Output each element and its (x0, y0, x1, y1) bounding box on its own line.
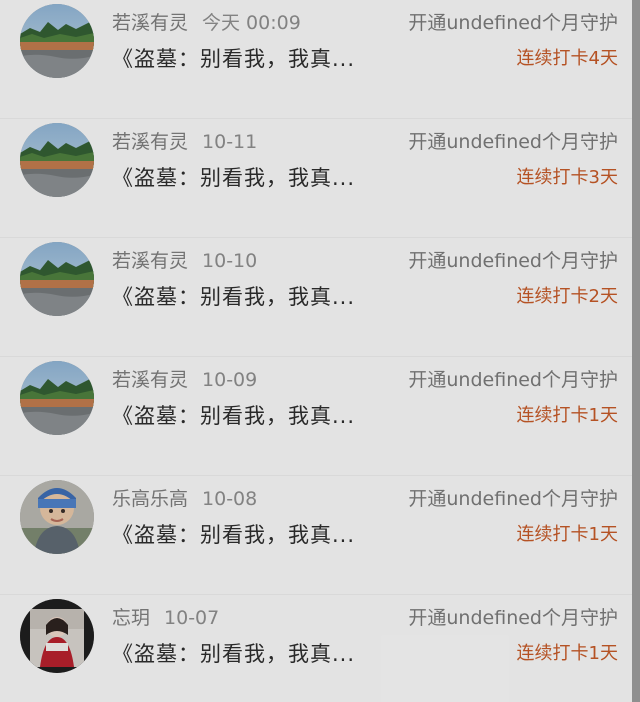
landscape-avatar-icon[interactable] (20, 361, 94, 435)
date-label: 10-07 (164, 607, 220, 629)
list-item[interactable]: 若溪有灵 今天 00:09 开通undefined个月守护 《盗墓：别看我，我真.… (0, 0, 632, 119)
book-title[interactable]: 《盗墓：别看我，我真... (112, 43, 355, 73)
date-label: 10-11 (202, 131, 258, 153)
username[interactable]: 忘玥 (112, 607, 150, 629)
scrollbar-track[interactable] (632, 0, 640, 702)
guard-status: 开通undefined个月守护 (408, 250, 618, 272)
checkin-badge: 连续打卡4天 (516, 48, 618, 69)
checkin-badge: 连续打卡1天 (516, 643, 618, 664)
list-item[interactable]: 若溪有灵 10-09 开通undefined个月守护 《盗墓：别看我，我真... … (0, 357, 632, 476)
checkin-badge: 连续打卡3天 (516, 167, 618, 188)
user-meta: 若溪有灵 10-09 (112, 365, 257, 392)
list-item[interactable]: 若溪有灵 10-11 开通undefined个月守护 《盗墓：别看我，我真... … (0, 119, 632, 238)
checkin-badge: 连续打卡2天 (516, 286, 618, 307)
username[interactable]: 若溪有灵 (112, 369, 188, 391)
list-item[interactable]: 忘玥 10-07 开通undefined个月守护 《盗墓：别看我，我真... 连续… (0, 595, 632, 702)
book-title[interactable]: 《盗墓：别看我，我真... (112, 281, 355, 311)
date-label: 10-08 (202, 488, 258, 510)
book-title[interactable]: 《盗墓：别看我，我真... (112, 638, 355, 668)
landscape-avatar-icon[interactable] (20, 123, 94, 197)
username[interactable]: 若溪有灵 (112, 12, 188, 34)
girl-avatar-icon[interactable] (20, 599, 94, 673)
guard-status: 开通undefined个月守护 (408, 12, 618, 34)
date-label: 今天 00:09 (202, 12, 301, 34)
list-item[interactable]: 若溪有灵 10-10 开通undefined个月守护 《盗墓：别看我，我真... … (0, 238, 632, 357)
user-meta: 忘玥 10-07 (112, 603, 219, 630)
username[interactable]: 乐高乐高 (112, 488, 188, 510)
guard-status: 开通undefined个月守护 (408, 607, 618, 629)
checkin-badge: 连续打卡1天 (516, 524, 618, 545)
checkin-badge: 连续打卡1天 (516, 405, 618, 426)
username[interactable]: 若溪有灵 (112, 131, 188, 153)
user-meta: 若溪有灵 10-10 (112, 246, 257, 273)
user-meta: 若溪有灵 今天 00:09 (112, 8, 301, 35)
list-item[interactable]: 乐高乐高 10-08 开通undefined个月守护 《盗墓：别看我，我真... … (0, 476, 632, 595)
child-avatar-icon[interactable] (20, 480, 94, 554)
date-label: 10-09 (202, 369, 258, 391)
book-title[interactable]: 《盗墓：别看我，我真... (112, 162, 355, 192)
landscape-avatar-icon[interactable] (20, 4, 94, 78)
book-title[interactable]: 《盗墓：别看我，我真... (112, 519, 355, 549)
date-label: 10-10 (202, 250, 258, 272)
username[interactable]: 若溪有灵 (112, 250, 188, 272)
landscape-avatar-icon[interactable] (20, 242, 94, 316)
user-meta: 若溪有灵 10-11 (112, 127, 257, 154)
user-meta: 乐高乐高 10-08 (112, 484, 257, 511)
guard-status: 开通undefined个月守护 (408, 369, 618, 391)
guard-status: 开通undefined个月守护 (408, 131, 618, 153)
guardian-list-page: 若溪有灵 今天 00:09 开通undefined个月守护 《盗墓：别看我，我真.… (0, 0, 632, 702)
book-title[interactable]: 《盗墓：别看我，我真... (112, 400, 355, 430)
guard-status: 开通undefined个月守护 (408, 488, 618, 510)
